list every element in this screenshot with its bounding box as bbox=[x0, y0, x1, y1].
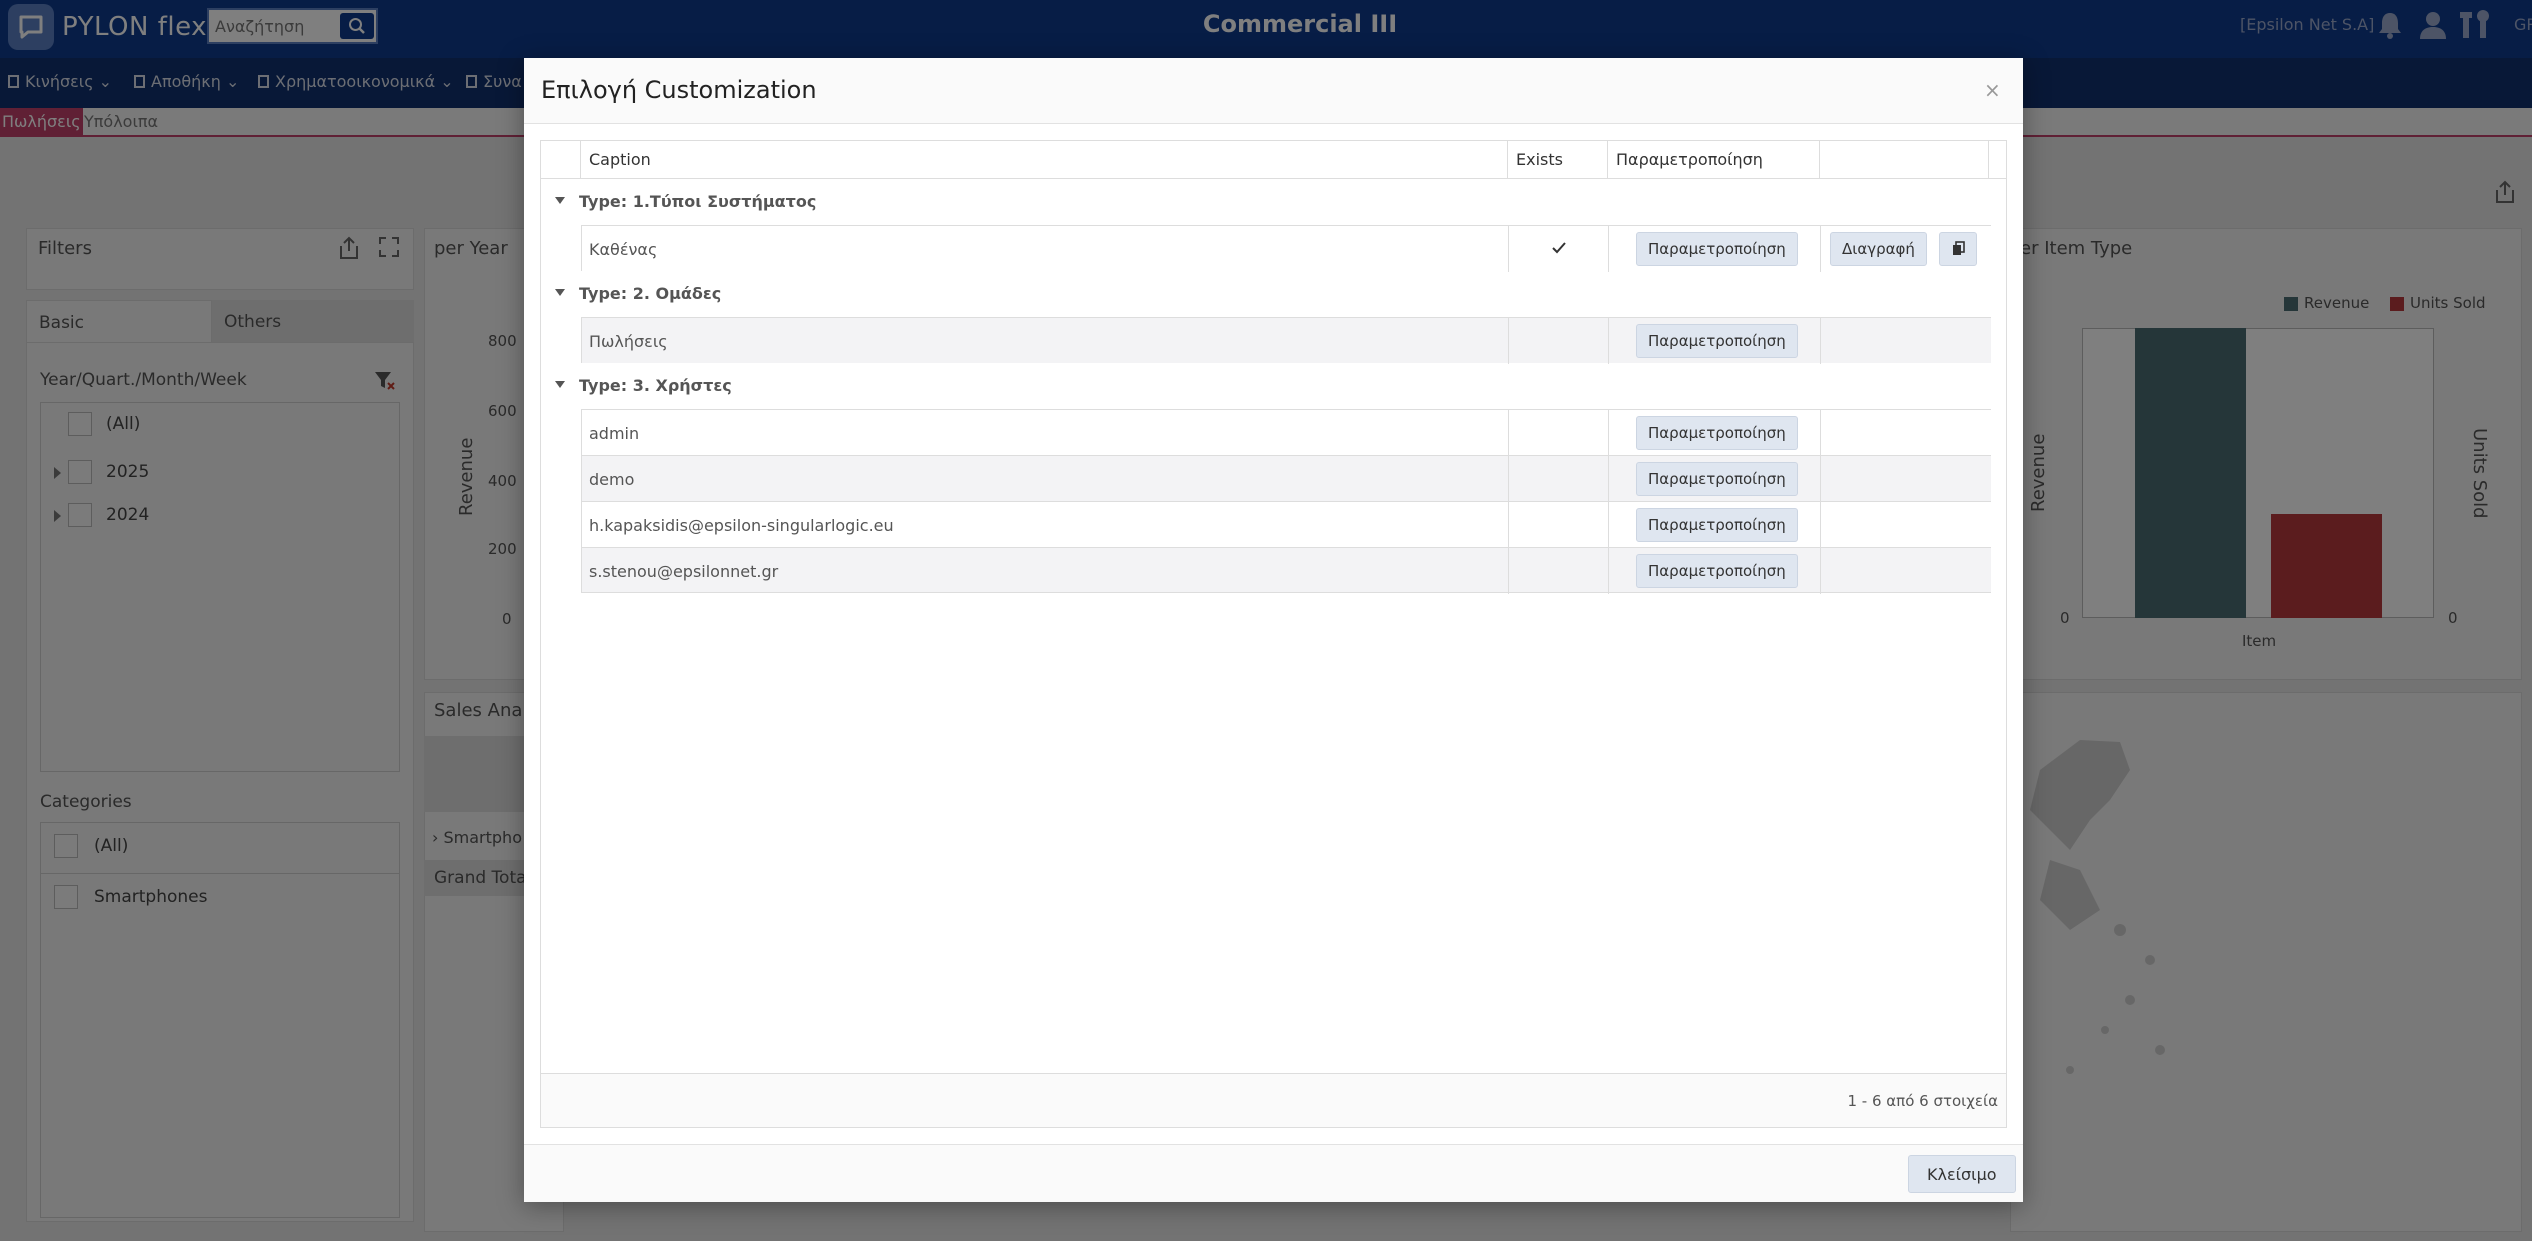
grid-pager: 1 - 6 από 6 στοιχεία bbox=[541, 1073, 2006, 1127]
row-caption: demo bbox=[589, 470, 635, 489]
column-actions bbox=[1819, 141, 1988, 179]
collapse-arrow-icon[interactable] bbox=[555, 289, 565, 296]
parametropoiisi-button[interactable]: Παραμετροποίηση bbox=[1636, 232, 1798, 266]
group-row-system-types[interactable]: Type: 1.Τύποι Συστήματος bbox=[541, 179, 1991, 225]
collapse-arrow-icon[interactable] bbox=[555, 381, 565, 388]
column-parametropoiisi[interactable]: Παραμετροποίηση bbox=[1607, 141, 1819, 179]
delete-button[interactable]: Διαγραφή bbox=[1830, 232, 1927, 266]
actions-cell bbox=[1820, 318, 1992, 364]
exists-cell bbox=[1508, 548, 1608, 594]
edit-cell: Παραμετροποίηση bbox=[1608, 226, 1820, 272]
actions-cell bbox=[1820, 502, 1992, 548]
close-button[interactable]: Κλείσιμο bbox=[1908, 1155, 2016, 1193]
check-icon bbox=[1552, 242, 1566, 254]
copy-button[interactable] bbox=[1939, 232, 1977, 266]
dialog-header: Επιλογή Customization × bbox=[524, 58, 2023, 124]
row-caption: admin bbox=[589, 424, 640, 443]
edit-cell: Παραμετροποίηση bbox=[1608, 318, 1820, 364]
group-label: Type: 2. Ομάδες bbox=[579, 284, 722, 303]
close-icon[interactable]: × bbox=[1984, 78, 2001, 102]
column-exists[interactable]: Exists bbox=[1507, 141, 1607, 179]
collapse-arrow-icon[interactable] bbox=[555, 197, 565, 204]
table-row[interactable]: Πωλήσεις Παραμετροποίηση bbox=[581, 317, 1992, 364]
dialog-body: Caption Exists Παραμετροποίηση Type: 1.Τ… bbox=[524, 124, 2023, 1128]
group-row-groups[interactable]: Type: 2. Ομάδες bbox=[541, 271, 1991, 317]
row-caption: Καθένας bbox=[589, 240, 658, 259]
parametropoiisi-button[interactable]: Παραμετροποίηση bbox=[1636, 508, 1798, 542]
customization-grid: Caption Exists Παραμετροποίηση Type: 1.Τ… bbox=[540, 140, 2007, 1128]
exists-cell bbox=[1508, 318, 1608, 364]
column-caption[interactable]: Caption bbox=[580, 141, 1507, 179]
table-row[interactable]: h.kapaksidis@epsilon-singularlogic.eu Πα… bbox=[581, 501, 1992, 548]
column-scroll-spacer bbox=[1988, 141, 2006, 179]
edit-cell: Παραμετροποίηση bbox=[1608, 456, 1820, 502]
parametropoiisi-button[interactable]: Παραμετροποίηση bbox=[1636, 416, 1798, 450]
dialog-title: Επιλογή Customization bbox=[541, 76, 817, 104]
edit-cell: Παραμετροποίηση bbox=[1608, 548, 1820, 594]
row-caption: h.kapaksidis@epsilon-singularlogic.eu bbox=[589, 516, 894, 535]
group-row-users[interactable]: Type: 3. Χρήστες bbox=[541, 363, 1991, 409]
exists-cell bbox=[1508, 456, 1608, 502]
copy-icon bbox=[1953, 241, 1965, 255]
exists-cell bbox=[1508, 226, 1608, 272]
row-caption: s.stenou@epsilonnet.gr bbox=[589, 562, 779, 581]
group-label: Type: 3. Χρήστες bbox=[579, 376, 732, 395]
parametropoiisi-button[interactable]: Παραμετροποίηση bbox=[1636, 462, 1798, 496]
grid-header: Caption Exists Παραμετροποίηση bbox=[541, 141, 2006, 179]
actions-cell: Διαγραφή bbox=[1820, 226, 1992, 272]
actions-cell bbox=[1820, 548, 1992, 594]
pager-info: 1 - 6 από 6 στοιχεία bbox=[1847, 1092, 1998, 1110]
table-row[interactable]: admin Παραμετροποίηση bbox=[581, 409, 1992, 456]
actions-cell bbox=[1820, 456, 1992, 502]
row-caption: Πωλήσεις bbox=[589, 332, 668, 351]
table-row[interactable]: demo Παραμετροποίηση bbox=[581, 455, 1992, 502]
edit-cell: Παραμετροποίηση bbox=[1608, 502, 1820, 548]
exists-cell bbox=[1508, 502, 1608, 548]
parametropoiisi-button[interactable]: Παραμετροποίηση bbox=[1636, 324, 1798, 358]
customization-dialog: Επιλογή Customization × Caption Exists Π… bbox=[524, 58, 2023, 1202]
actions-cell bbox=[1820, 410, 1992, 456]
edit-cell: Παραμετροποίηση bbox=[1608, 410, 1820, 456]
parametropoiisi-button[interactable]: Παραμετροποίηση bbox=[1636, 554, 1798, 588]
table-row[interactable]: s.stenou@epsilonnet.gr Παραμετροποίηση bbox=[581, 547, 1992, 594]
dialog-footer: Κλείσιμο bbox=[524, 1144, 2023, 1202]
exists-cell bbox=[1508, 410, 1608, 456]
table-row[interactable]: Καθένας Παραμετροποίηση Διαγραφή bbox=[581, 225, 1992, 272]
group-label: Type: 1.Τύποι Συστήματος bbox=[579, 192, 817, 211]
